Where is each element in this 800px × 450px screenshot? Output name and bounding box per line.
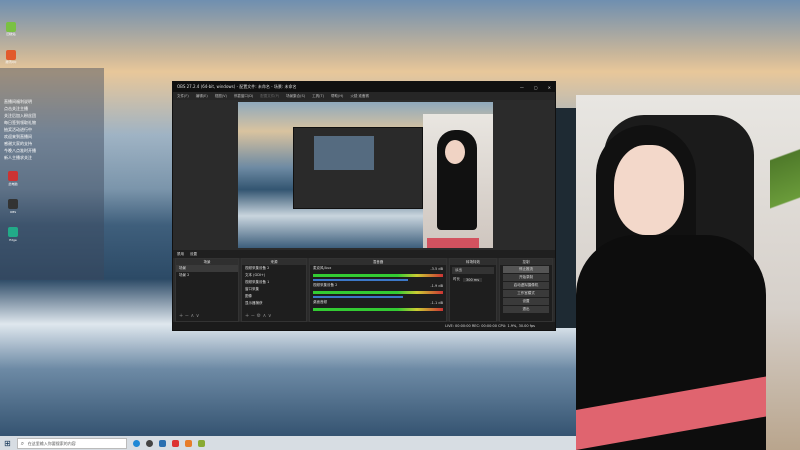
- edge-icon: [8, 227, 18, 237]
- duration-input[interactable]: 300 ms: [463, 277, 483, 282]
- volume-meter: [313, 274, 443, 277]
- source-item[interactable]: 显示器捕获: [242, 300, 306, 307]
- note-line: 每日签到领取礼物: [4, 120, 36, 125]
- chat-panel: [556, 108, 576, 328]
- note-line: 点击关注主播: [4, 106, 28, 111]
- volume-meter: [313, 291, 443, 294]
- desktop-icon[interactable]: 此电脑: [4, 171, 22, 193]
- menu-extra[interactable]: 火狐·准备赛: [350, 94, 369, 99]
- note-line: 新人主播求关注: [4, 155, 32, 160]
- source-toolbar[interactable]: + − ⚙ ∧ ∨: [245, 313, 272, 319]
- window-title: OBS 27.2.4 (64-bit, windows) - 配置文件: 未命名…: [177, 84, 297, 89]
- obs-icon: [8, 199, 18, 209]
- search-input[interactable]: 在这里输入你要搜索的内容: [16, 437, 127, 449]
- obs-window: OBS 27.2.4 (64-bit, windows) - 配置文件: 未命名…: [172, 81, 556, 331]
- notepad-window: 直播间福利说明 点击关注主播 关注后加入粉丝团 每日签到领取礼物 抽奖活动进行中…: [0, 68, 104, 280]
- menu-file[interactable]: 文件(F): [177, 94, 189, 99]
- mixer-dock: 混音器 麦克风/Aux -3.5 dB 视频采集设备 2 -1.9 dB 桌面音频 -…: [309, 258, 447, 322]
- preview-canvas[interactable]: [238, 102, 493, 248]
- start-icon[interactable]: ⊞: [4, 439, 11, 448]
- sources-dock: 来源 视频采集设备 2 文本 (GDI+) 视频采集设备 1 窗口采集 图像 显…: [241, 258, 307, 322]
- app-icon[interactable]: [184, 439, 192, 447]
- menu-tools[interactable]: 工具(T): [312, 94, 324, 99]
- app-icon[interactable]: [197, 439, 205, 447]
- scenes-dock: 场景 场景 场景 2 + − ∧ ∨: [175, 258, 239, 322]
- note-line: 欢迎来到直播间: [4, 134, 32, 139]
- app-icon: [6, 50, 16, 60]
- title-bar: OBS 27.2.4 (64-bit, windows) - 配置文件: 未命名…: [173, 82, 555, 92]
- volume-slider[interactable]: [313, 279, 409, 281]
- transition-select[interactable]: 淡出: [452, 267, 494, 274]
- taskbar: ⊞ 在这里输入你要搜索的内容: [0, 436, 576, 450]
- settings-button[interactable]: 设置: [190, 252, 197, 257]
- steam-icon[interactable]: [158, 439, 166, 447]
- note-line: 感谢大家的支持: [4, 141, 32, 146]
- desktop-icon[interactable]: 回收站: [2, 22, 20, 44]
- nested-obs-preview: [293, 127, 423, 209]
- disable-button[interactable]: 禁用: [177, 252, 184, 257]
- stop-streaming-button[interactable]: 停止推流: [503, 266, 549, 273]
- source-item[interactable]: 视频采集设备 2: [242, 265, 306, 272]
- recycle-bin-icon: [6, 22, 16, 32]
- mixer-channel: 视频采集设备 2 -1.9 dB: [313, 283, 443, 288]
- menu-view[interactable]: 视图(V): [215, 94, 227, 99]
- menu-scene-collection[interactable]: 场景集合(S): [286, 94, 305, 99]
- note-line: 抽奖活动进行中: [4, 127, 32, 132]
- dock-title: 转场特效: [450, 259, 496, 265]
- volume-slider[interactable]: [313, 296, 403, 298]
- menu-help[interactable]: 帮助(H): [331, 94, 343, 99]
- controls-dock: 控制 停止推流 开始录制 启动虚拟摄像机 工作室模式 设置 退出: [499, 258, 553, 322]
- minimize-icon[interactable]: —: [520, 85, 524, 90]
- app-icon: [8, 171, 18, 181]
- scene-item[interactable]: 场景 2: [176, 272, 238, 279]
- scene-toolbar[interactable]: + − ∧ ∨: [179, 313, 199, 319]
- transitions-dock: 转场特效 淡出 时长 300 ms: [449, 258, 497, 322]
- virtual-camera-button[interactable]: 启动虚拟摄像机: [503, 282, 549, 289]
- edge-icon[interactable]: [132, 439, 140, 447]
- duration-row: 时长 300 ms: [450, 276, 496, 283]
- transition-bar: 禁用 设置: [173, 250, 555, 258]
- menu-edit[interactable]: 编辑(E): [196, 94, 208, 99]
- note-line: 直播间福利说明: [4, 99, 32, 104]
- plant: [770, 95, 800, 245]
- close-icon[interactable]: ✕: [548, 85, 551, 90]
- source-item[interactable]: 图像: [242, 293, 306, 300]
- exit-button[interactable]: 退出: [503, 306, 549, 313]
- desktop-icon[interactable]: OBS: [4, 199, 22, 221]
- menu-docks[interactable]: 停靠窗口(D): [234, 94, 253, 99]
- desktop-icon[interactable]: Edge: [4, 227, 22, 249]
- scene-item[interactable]: 场景: [176, 265, 238, 272]
- obs-icon[interactable]: [145, 439, 153, 447]
- maximize-icon[interactable]: ▢: [534, 85, 538, 90]
- preview-webcam: [423, 114, 493, 248]
- volume-meter: [313, 308, 443, 311]
- source-item[interactable]: 视频采集设备 1: [242, 279, 306, 286]
- menu-bar: 文件(F) 编辑(E) 视图(V) 停靠窗口(D) 配置文件(P) 场景集合(S) 工具(T…: [173, 92, 555, 100]
- status-bar: LIVE: 00:00:00 REC: 00:00:00 CPU: 1.9%, …: [173, 322, 555, 330]
- menu-profile[interactable]: 配置文件(P): [260, 94, 279, 99]
- source-item[interactable]: 文本 (GDI+): [242, 272, 306, 279]
- app-icon[interactable]: [171, 439, 179, 447]
- streamer-face: [614, 145, 684, 235]
- settings-button[interactable]: 设置: [503, 298, 549, 305]
- source-item[interactable]: 窗口采集: [242, 286, 306, 293]
- start-recording-button[interactable]: 开始录制: [503, 274, 549, 281]
- webcam-overlay: [576, 95, 800, 450]
- mixer-channel: 桌面音频 -1.1 dB: [313, 300, 443, 305]
- note-line: 今晚八点准时开播: [4, 148, 36, 153]
- note-line: 关注后加入粉丝团: [4, 113, 36, 118]
- dock-title: 控制: [500, 259, 552, 265]
- studio-mode-button[interactable]: 工作室模式: [503, 290, 549, 297]
- mixer-channel: 麦克风/Aux -3.5 dB: [313, 266, 443, 271]
